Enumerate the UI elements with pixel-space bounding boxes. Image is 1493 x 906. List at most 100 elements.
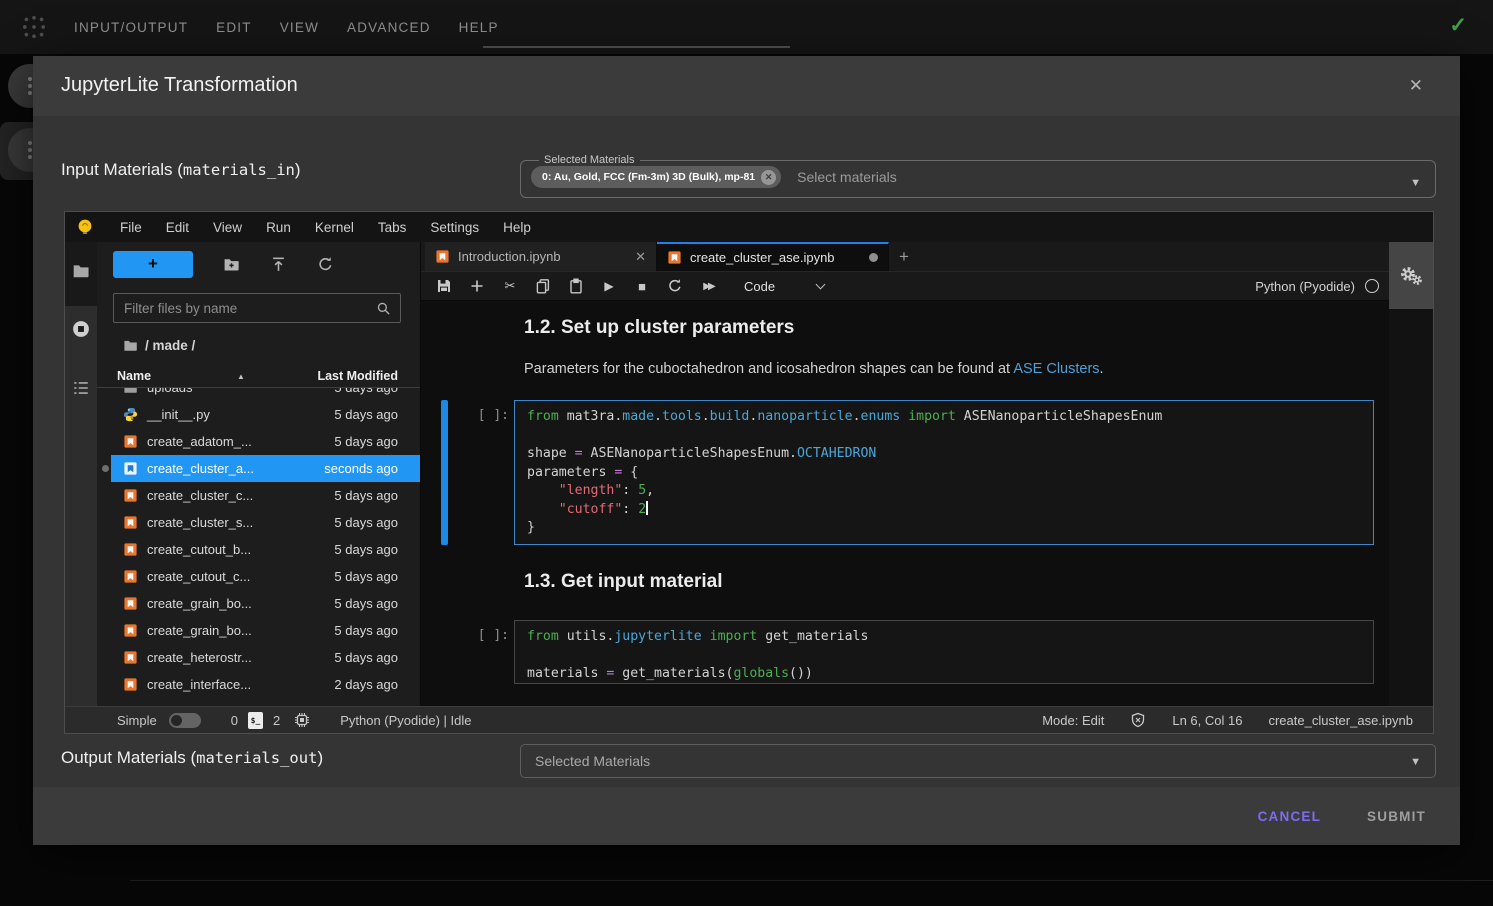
chip-remove-icon[interactable]: ✕ <box>761 170 776 185</box>
mode-indicator[interactable]: Mode: Edit <box>1042 713 1104 728</box>
code-line: shape = ASENanoparticleShapesEnum.OCTAHE… <box>527 445 1361 464</box>
filter-files-input[interactable] <box>114 301 376 316</box>
material-chip-label: 0: Au, Gold, FCC (Fm-3m) 3D (Bulk), mp-8… <box>542 171 755 183</box>
jupyter-menu-edit[interactable]: Edit <box>154 220 201 235</box>
file-row-uploads[interactable]: uploads5 days ago <box>111 388 420 401</box>
shield-x-icon[interactable] <box>1130 712 1146 728</box>
column-name[interactable]: Name <box>117 369 151 383</box>
file-row-create_cluster_c[interactable]: create_cluster_c...5 days ago <box>111 482 420 509</box>
output-materials-select[interactable]: Selected Materials ▼ <box>520 744 1436 778</box>
mat3ra-logo-icon[interactable] <box>21 14 47 40</box>
file-row-create_cluster_s[interactable]: create_cluster_s...5 days ago <box>111 509 420 536</box>
material-chip[interactable]: 0: Au, Gold, FCC (Fm-3m) 3D (Bulk), mp-8… <box>531 166 781 188</box>
jupyter-menu-tabs[interactable]: Tabs <box>366 220 419 235</box>
copy-cells-icon[interactable] <box>533 276 553 296</box>
settings-gears-button[interactable] <box>1389 242 1433 309</box>
cell-type-dropdown[interactable]: Code <box>744 279 775 294</box>
menu-edit[interactable]: EDIT <box>216 20 252 35</box>
cursor-position[interactable]: Ln 6, Col 16 <box>1172 713 1242 728</box>
markdown-paragraph: Parameters for the cuboctahedron and ico… <box>524 361 1104 377</box>
restart-kernel-icon[interactable] <box>665 276 685 296</box>
file-row-create_heterostr[interactable]: create_heterostr...5 days ago <box>111 644 420 671</box>
selected-materials-legend: Selected Materials <box>539 154 640 166</box>
terminals-count[interactable]: 0 <box>231 713 238 728</box>
check-icon[interactable]: ✓ <box>1449 13 1467 38</box>
file-row-create_cutout_c[interactable]: create_cutout_c...5 days ago <box>111 563 420 590</box>
interrupt-kernel-icon[interactable]: ■ <box>632 276 652 296</box>
file-browser-tab-icon[interactable] <box>72 262 90 280</box>
tab-close-icon[interactable]: ✕ <box>635 249 646 265</box>
cut-cells-icon[interactable]: ✂ <box>500 276 520 296</box>
save-icon[interactable] <box>434 276 454 296</box>
tab-create-cluster-ase-ipynb[interactable]: create_cluster_ase.ipynb <box>657 242 889 271</box>
kernel-name[interactable]: Python (Pyodide) <box>1255 279 1355 294</box>
file-row-create_cluster_a[interactable]: create_cluster_a...seconds ago <box>111 455 420 482</box>
cell-collapser[interactable] <box>441 400 448 545</box>
menu-advanced[interactable]: ADVANCED <box>347 20 431 35</box>
menu-help[interactable]: HELP <box>459 20 499 35</box>
breadcrumb[interactable]: / made / <box>123 338 195 353</box>
running-sessions-tab-icon[interactable] <box>72 320 90 338</box>
jupyter-menu-view[interactable]: View <box>201 220 254 235</box>
add-tab-button[interactable]: + <box>889 242 919 271</box>
file-list: uploads5 days ago__init__.py5 days agocr… <box>97 388 420 706</box>
jupyterlite-frame: FileEditViewRunKernelTabsSettingsHelp + <box>64 211 1434 734</box>
jupyter-menu-kernel[interactable]: Kernel <box>303 220 366 235</box>
jupyter-menu-run[interactable]: Run <box>254 220 303 235</box>
file-row-create_interface[interactable]: create_interface...2 days ago <box>111 671 420 698</box>
jupyter-menu-help[interactable]: Help <box>491 220 543 235</box>
notebook-icon <box>123 677 138 692</box>
notebook-icon <box>123 596 138 611</box>
code-cell-get-materials[interactable]: from utils.jupyterlite import get_materi… <box>514 620 1374 684</box>
table-of-contents-tab-icon[interactable] <box>72 379 90 397</box>
menu-input-output[interactable]: INPUT/OUTPUT <box>74 20 188 35</box>
chevron-down-icon[interactable] <box>816 279 826 289</box>
column-last-modified[interactable]: Last Modified <box>317 369 420 383</box>
notebook-content: 1.2. Set up cluster parameters Parameter… <box>421 301 1391 706</box>
new-launcher-button[interactable]: + <box>113 251 193 278</box>
restart-run-all-icon[interactable]: ▶▶ <box>698 276 718 296</box>
submit-button[interactable]: SUBMIT <box>1367 809 1426 824</box>
sort-arrow-icon[interactable]: ▲ <box>237 372 245 381</box>
tab-label: create_cluster_ase.ipynb <box>690 250 863 265</box>
file-name: uploads <box>147 388 193 395</box>
run-cell-icon[interactable]: ▶ <box>599 276 619 296</box>
section-heading: 1.3. Get input material <box>524 571 723 593</box>
refresh-icon[interactable] <box>317 256 334 273</box>
simple-mode-toggle[interactable] <box>169 713 201 728</box>
ase-clusters-link[interactable]: ASE Clusters <box>1013 361 1099 377</box>
file-name: create_adatom_... <box>147 434 252 449</box>
jupyter-menu-settings[interactable]: Settings <box>418 220 491 235</box>
filter-files-box <box>113 293 401 323</box>
kernels-count[interactable]: 2 <box>273 713 280 728</box>
file-name: __init__.py <box>147 407 210 422</box>
chevron-down-icon[interactable]: ▼ <box>1410 177 1421 189</box>
tab-introduction-ipynb[interactable]: Introduction.ipynb ✕ <box>425 242 657 271</box>
new-folder-icon[interactable] <box>223 256 240 273</box>
file-row-create_cutout_b[interactable]: create_cutout_b...5 days ago <box>111 536 420 563</box>
menu-view[interactable]: VIEW <box>280 20 319 35</box>
jupyter-menus: FileEditViewRunKernelTabsSettingsHelp <box>108 220 543 235</box>
paste-cells-icon[interactable] <box>566 276 586 296</box>
close-icon[interactable]: ✕ <box>1409 76 1423 96</box>
input-materials-select[interactable]: Selected Materials 0: Au, Gold, FCC (Fm-… <box>520 154 1436 198</box>
code-cell-parameters[interactable]: from mat3ra.made.tools.build.nanoparticl… <box>514 400 1374 545</box>
unsaved-changes-dot[interactable] <box>869 253 878 262</box>
kernel-status-icon[interactable] <box>1365 279 1379 293</box>
jupyterlite-transformation-dialog: JupyterLite Transformation ✕ Input Mater… <box>33 56 1460 845</box>
notebook-icon <box>123 488 138 503</box>
file-row-create_grain_bo[interactable]: create_grain_bo...5 days ago <box>111 617 420 644</box>
dialog-title: JupyterLite Transformation <box>61 74 298 97</box>
page: INPUT/OUTPUT EDIT VIEW ADVANCED HELP ✓ Jupyt… <box>0 0 1493 906</box>
file-row-create_adatom_[interactable]: create_adatom_...5 days ago <box>111 428 420 455</box>
file-row-create_grain_bo[interactable]: create_grain_bo...5 days ago <box>111 590 420 617</box>
jupyter-menu-file[interactable]: File <box>108 220 154 235</box>
right-gutter <box>1389 242 1433 706</box>
cancel-button[interactable]: CANCEL <box>1258 809 1321 824</box>
add-cell-icon[interactable] <box>467 276 487 296</box>
simple-mode-label: Simple <box>117 713 157 728</box>
upload-icon[interactable] <box>270 256 287 273</box>
file-row-__init__py[interactable]: __init__.py5 days ago <box>111 401 420 428</box>
kernel-status-text[interactable]: Python (Pyodide) | Idle <box>340 713 471 728</box>
section-heading: 1.2. Set up cluster parameters <box>524 317 794 339</box>
